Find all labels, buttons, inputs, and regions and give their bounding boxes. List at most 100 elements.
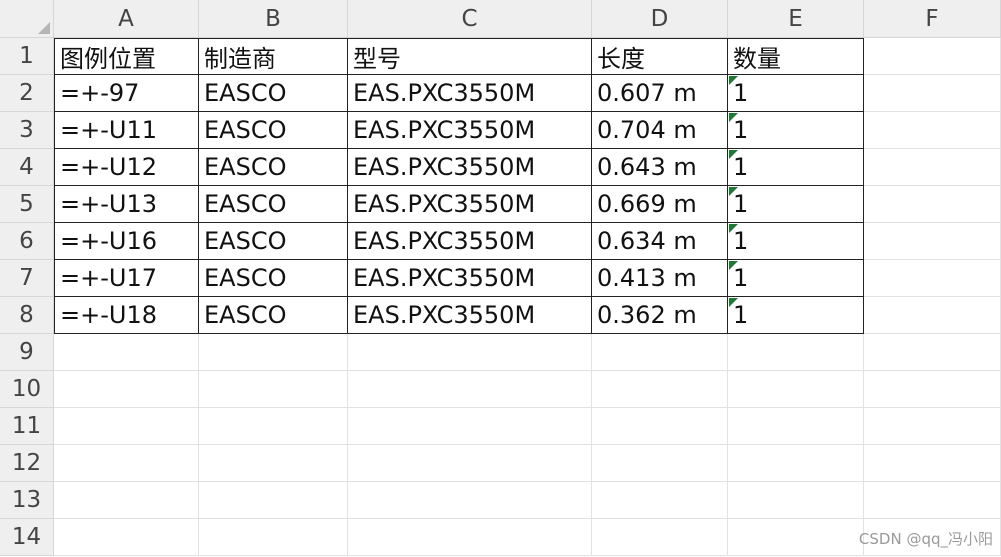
cell-c5[interactable]: EAS.PXC3550M — [348, 186, 592, 223]
cell-b2[interactable]: EASCO — [199, 75, 348, 112]
cell-e7[interactable]: 1 — [728, 260, 864, 297]
cell-d14[interactable] — [592, 519, 728, 556]
cell-e5[interactable]: 1 — [728, 186, 864, 223]
cell-b9[interactable] — [199, 334, 348, 371]
cell-d6[interactable]: 0.634 m — [592, 223, 728, 260]
cell-c11[interactable] — [348, 408, 592, 445]
cell-e12[interactable] — [728, 445, 864, 482]
cell-f3[interactable] — [864, 112, 1001, 149]
cell-c4[interactable]: EAS.PXC3550M — [348, 149, 592, 186]
cell-d10[interactable] — [592, 371, 728, 408]
cell-c7[interactable]: EAS.PXC3550M — [348, 260, 592, 297]
cell-c9[interactable] — [348, 334, 592, 371]
cell-f13[interactable] — [864, 482, 1001, 519]
cell-a10[interactable] — [54, 371, 199, 408]
column-header-e[interactable]: E — [728, 0, 864, 38]
cell-b5[interactable]: EASCO — [199, 186, 348, 223]
cell-a8[interactable]: =+-U18 — [54, 297, 199, 334]
cell-b7[interactable]: EASCO — [199, 260, 348, 297]
row-header-6[interactable]: 6 — [0, 223, 54, 260]
cell-d13[interactable] — [592, 482, 728, 519]
cell-a3[interactable]: =+-U11 — [54, 112, 199, 149]
cell-b10[interactable] — [199, 371, 348, 408]
cell-c6[interactable]: EAS.PXC3550M — [348, 223, 592, 260]
cell-f5[interactable] — [864, 186, 1001, 223]
cell-b8[interactable]: EASCO — [199, 297, 348, 334]
cell-d11[interactable] — [592, 408, 728, 445]
cell-b11[interactable] — [199, 408, 348, 445]
column-header-f[interactable]: F — [864, 0, 1001, 38]
cell-f8[interactable] — [864, 297, 1001, 334]
cell-f11[interactable] — [864, 408, 1001, 445]
cell-f4[interactable] — [864, 149, 1001, 186]
cell-e8[interactable]: 1 — [728, 297, 864, 334]
cell-c3[interactable]: EAS.PXC3550M — [348, 112, 592, 149]
cell-d9[interactable] — [592, 334, 728, 371]
cell-e2[interactable]: 1 — [728, 75, 864, 112]
cell-c13[interactable] — [348, 482, 592, 519]
cell-d2[interactable]: 0.607 m — [592, 75, 728, 112]
cell-d5[interactable]: 0.669 m — [592, 186, 728, 223]
row-header-2[interactable]: 2 — [0, 75, 54, 112]
cell-a4[interactable]: =+-U12 — [54, 149, 199, 186]
cell-e6[interactable]: 1 — [728, 223, 864, 260]
row-header-9[interactable]: 9 — [0, 334, 54, 371]
cell-c10[interactable] — [348, 371, 592, 408]
cell-a14[interactable] — [54, 519, 199, 556]
cell-b1[interactable]: 制造商 — [199, 38, 348, 75]
cell-d3[interactable]: 0.704 m — [592, 112, 728, 149]
cell-f12[interactable] — [864, 445, 1001, 482]
row-header-12[interactable]: 12 — [0, 445, 54, 482]
row-header-3[interactable]: 3 — [0, 112, 54, 149]
cell-d8[interactable]: 0.362 m — [592, 297, 728, 334]
cell-e13[interactable] — [728, 482, 864, 519]
select-all-corner[interactable] — [0, 0, 54, 38]
cell-e10[interactable] — [728, 371, 864, 408]
cell-c14[interactable] — [348, 519, 592, 556]
row-header-13[interactable]: 13 — [0, 482, 54, 519]
row-header-8[interactable]: 8 — [0, 297, 54, 334]
row-header-14[interactable]: 14 — [0, 519, 54, 556]
cell-b4[interactable]: EASCO — [199, 149, 348, 186]
row-header-4[interactable]: 4 — [0, 149, 54, 186]
column-header-d[interactable]: D — [592, 0, 728, 38]
cell-a2[interactable]: =+-97 — [54, 75, 199, 112]
cell-b12[interactable] — [199, 445, 348, 482]
cell-a6[interactable]: =+-U16 — [54, 223, 199, 260]
cell-a11[interactable] — [54, 408, 199, 445]
cell-d1[interactable]: 长度 — [592, 38, 728, 75]
row-header-5[interactable]: 5 — [0, 186, 54, 223]
cell-e1[interactable]: 数量 — [728, 38, 864, 75]
cell-c12[interactable] — [348, 445, 592, 482]
cell-b6[interactable]: EASCO — [199, 223, 348, 260]
column-header-b[interactable]: B — [199, 0, 348, 38]
cell-f7[interactable] — [864, 260, 1001, 297]
row-header-10[interactable]: 10 — [0, 371, 54, 408]
cell-a5[interactable]: =+-U13 — [54, 186, 199, 223]
cell-b3[interactable]: EASCO — [199, 112, 348, 149]
cell-f6[interactable] — [864, 223, 1001, 260]
cell-c2[interactable]: EAS.PXC3550M — [348, 75, 592, 112]
cell-b14[interactable] — [199, 519, 348, 556]
cell-d4[interactable]: 0.643 m — [592, 149, 728, 186]
cell-a7[interactable]: =+-U17 — [54, 260, 199, 297]
cell-a12[interactable] — [54, 445, 199, 482]
row-header-7[interactable]: 7 — [0, 260, 54, 297]
cell-e9[interactable] — [728, 334, 864, 371]
cell-c1[interactable]: 型号 — [348, 38, 592, 75]
cell-c8[interactable]: EAS.PXC3550M — [348, 297, 592, 334]
cell-b13[interactable] — [199, 482, 348, 519]
cell-e3[interactable]: 1 — [728, 112, 864, 149]
cell-a9[interactable] — [54, 334, 199, 371]
cell-f9[interactable] — [864, 334, 1001, 371]
cell-a13[interactable] — [54, 482, 199, 519]
cell-d7[interactable]: 0.413 m — [592, 260, 728, 297]
row-header-1[interactable]: 1 — [0, 38, 54, 75]
cell-e11[interactable] — [728, 408, 864, 445]
column-header-c[interactable]: C — [348, 0, 592, 38]
cell-e4[interactable]: 1 — [728, 149, 864, 186]
cell-d12[interactable] — [592, 445, 728, 482]
column-header-a[interactable]: A — [54, 0, 199, 38]
cell-e14[interactable] — [728, 519, 864, 556]
row-header-11[interactable]: 11 — [0, 408, 54, 445]
